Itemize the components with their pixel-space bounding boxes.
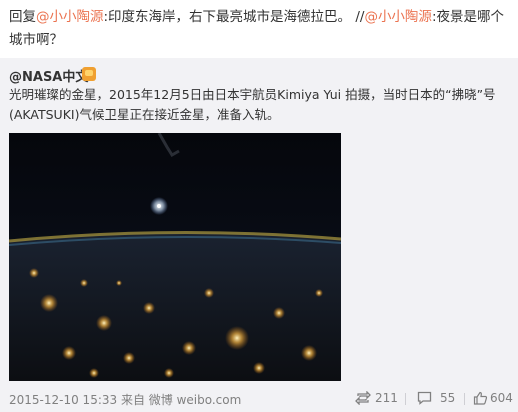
quoted-author-link[interactable]: @NASA中文: [9, 66, 88, 85]
repost-button[interactable]: 211: [355, 391, 398, 405]
mention-link[interactable]: @小小陶源: [36, 9, 104, 25]
post-photo[interactable]: [9, 133, 341, 381]
earth-night-photo: [9, 133, 341, 381]
divider: [405, 393, 406, 405]
mention-link[interactable]: @小小陶源: [364, 9, 432, 25]
post-footer: 2015-12-10 15:33 来自 微博 weibo.com 211 55 …: [0, 388, 518, 410]
comment-count: 55: [440, 391, 456, 405]
verified-badge-icon: [82, 67, 96, 81]
comment-button[interactable]: 55: [417, 391, 455, 405]
like-count: 604: [490, 391, 513, 405]
post-meta: 2015-12-10 15:33 来自 微博 weibo.com: [9, 393, 242, 407]
quoted-post: @NASA中文 光明璀璨的金星，2015年12月5日由日本宇航员Kimiya Y…: [0, 58, 518, 412]
reply-prefix: 回复: [9, 9, 36, 25]
repost-count: 211: [375, 391, 398, 405]
reply-text: 回复@小小陶源:印度东海岸，右下最亮城市是海德拉巴。 //@小小陶源:夜景是哪个…: [9, 6, 513, 52]
reply-body: :印度东海岸，右下最亮城市是海德拉巴。 //: [103, 9, 365, 25]
repost-icon: [355, 391, 371, 405]
quoted-post-text: 光明璀璨的金星，2015年12月5日由日本宇航员Kimiya Yui 拍摄，当时…: [9, 87, 496, 122]
like-button[interactable]: 604: [473, 391, 513, 405]
divider: [464, 393, 465, 405]
comment-icon: [417, 391, 432, 405]
like-icon: [473, 391, 488, 405]
